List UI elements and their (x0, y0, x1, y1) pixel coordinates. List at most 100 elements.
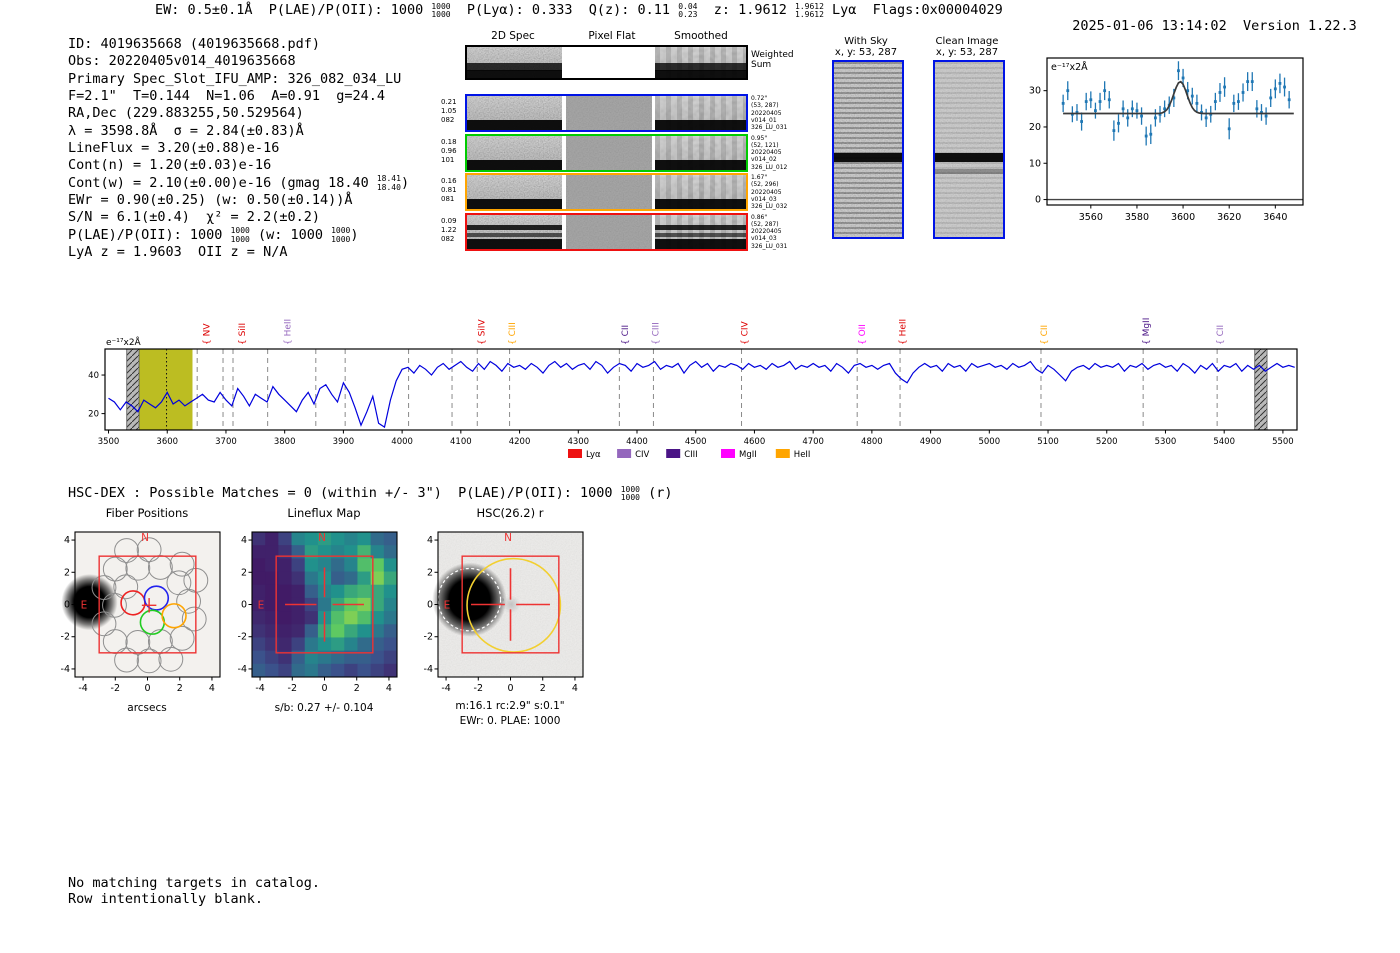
line-label-SiIV: { SiIV (477, 319, 487, 345)
line-label-MgII: { MgII (1142, 318, 1152, 345)
report-datetime: 2025-01-06 13:14:02 (1072, 18, 1227, 34)
withsky-image (832, 60, 904, 239)
line-fit-chart: 3560 3580 3600 3620 3640 0 10 20 30 e⁻¹⁷x2Å (1020, 48, 1332, 236)
svg-text:-4: -4 (78, 683, 87, 694)
svg-text:0: 0 (241, 600, 247, 611)
cutout-image-flat (566, 96, 652, 130)
legend-label: CIII (684, 450, 697, 460)
svg-text:0: 0 (144, 683, 150, 694)
svg-text:2: 2 (241, 567, 247, 578)
svg-text:4700: 4700 (802, 437, 824, 447)
legend-swatch (666, 449, 681, 458)
cutout-row (465, 212, 748, 251)
svg-text:4: 4 (64, 535, 70, 546)
svg-text:3900: 3900 (333, 437, 355, 447)
fiber-xlabel: arcsecs (127, 702, 167, 714)
cutout-image-smooth (655, 135, 746, 170)
line-label-HeII: { HeII (898, 319, 908, 345)
cutout-image-spec (467, 135, 562, 170)
cutout-image-spec (467, 175, 562, 209)
cutout-image-spec (467, 47, 562, 78)
legend-label: CIV (635, 450, 649, 460)
svg-text:10: 10 (1029, 158, 1041, 169)
masked-band (1254, 348, 1268, 431)
svg-text:4400: 4400 (626, 437, 648, 447)
compass-east: E (81, 600, 88, 612)
line-label-CII: { CII (1040, 325, 1050, 345)
svg-text:4500: 4500 (685, 437, 707, 447)
cutout-row (465, 133, 748, 172)
svg-text:4300: 4300 (567, 437, 589, 447)
legend-label: MgII (739, 450, 757, 460)
svg-text:4: 4 (209, 683, 215, 694)
col-header-smoothed: Smoothed (674, 30, 728, 42)
hsc-caption1: m:16.1 rc:2.9" s:0.1" (455, 700, 565, 712)
svg-text:0: 0 (321, 683, 327, 694)
withsky-header: With Sky x, y: 53, 287 (834, 36, 898, 58)
svg-text:-4: -4 (441, 683, 450, 694)
compass-east: E (258, 600, 265, 612)
svg-text:-4: -4 (424, 664, 433, 675)
cutout-image-smooth (655, 175, 746, 209)
legend-label: HeII (794, 450, 811, 460)
svg-text:-2: -2 (111, 683, 120, 694)
compass-north: N (318, 532, 326, 544)
flux-units-label: e⁻¹⁷x2Å (1051, 61, 1088, 73)
compass-east: E (444, 600, 451, 612)
heatmap-cells (252, 532, 398, 678)
cutout-image-smooth (655, 47, 746, 78)
line-label-CII: { CII (621, 325, 631, 345)
line-label-CIII: { CIII (508, 322, 518, 345)
cutout-row-right-labels: 0.86" (52, 287) 20220405 v014_03 326_LU_031 (751, 213, 788, 250)
cutout-image-smooth (655, 96, 746, 130)
cutout-row (465, 173, 748, 211)
header-datetime-version: 2025-01-06 13:14:02 Version 1.22.3 (1056, 2, 1357, 34)
clean-header: Clean Image x, y: 53, 287 (935, 36, 999, 58)
svg-text:0: 0 (64, 600, 70, 611)
svg-text:3560: 3560 (1079, 212, 1103, 223)
hsc-cutout-panel: HSC(26.2) r N E -4 -2 0 2 4 4 2 0 -2 -4 m:16.1 rc:2… (424, 506, 596, 741)
svg-text:-2: -2 (424, 632, 433, 643)
svg-text:5200: 5200 (1096, 437, 1118, 447)
svg-text:0: 0 (427, 600, 433, 611)
col-header-2dspec: 2D Spec (491, 30, 535, 42)
line-label-CIII: { CIII (652, 322, 662, 345)
cutout-row-right-labels: 0.95" (52, 121) 20220405 v014_02 326_LU_012 (751, 134, 788, 171)
svg-text:-2: -2 (238, 632, 247, 643)
svg-text:2: 2 (540, 683, 546, 694)
svg-text:-2: -2 (61, 632, 70, 643)
cutout-row-right-labels: 1.67" (52, 296) 20220405 v014_03 326_LU_032 (751, 174, 788, 211)
lineflux-xlabel: s/b: 0.27 +/- 0.104 (274, 702, 374, 714)
masked-band (126, 348, 140, 431)
svg-text:3600: 3600 (1171, 212, 1195, 223)
svg-text:3580: 3580 (1125, 212, 1149, 223)
line-label-CII: { CII (1216, 325, 1226, 345)
svg-text:0: 0 (1035, 195, 1041, 206)
cutout-image-flat (566, 214, 652, 249)
svg-text:-4: -4 (255, 683, 264, 694)
legend-swatch (617, 449, 632, 458)
svg-text:5000: 5000 (978, 437, 1000, 447)
compass-north: N (504, 532, 512, 544)
clean-image (933, 60, 1005, 239)
fiber-plot: N E -4 -2 0 2 4 4 2 0 -2 -4 (61, 518, 233, 704)
svg-text:3640: 3640 (1263, 212, 1287, 223)
cutout-image-flat (566, 135, 652, 170)
cutout-image-flat (566, 175, 652, 209)
lineflux-map-panel: Lineflux Map N E -4 -2 0 2 4 4 2 0 -2 -4 s/b: 0.27 … (238, 506, 410, 741)
svg-text:5500: 5500 (1272, 437, 1294, 447)
svg-text:4: 4 (572, 683, 578, 694)
svg-text:0: 0 (507, 683, 513, 694)
svg-text:4900: 4900 (920, 437, 942, 447)
cutout-image-smooth (655, 214, 746, 249)
cutout-image-spec (467, 96, 562, 130)
svg-text:4800: 4800 (861, 437, 883, 447)
svg-text:2: 2 (354, 683, 360, 694)
line-label-HeII: { HeII (284, 319, 294, 345)
svg-text:4200: 4200 (509, 437, 531, 447)
svg-text:40: 40 (88, 371, 99, 381)
svg-text:3700: 3700 (215, 437, 237, 447)
svg-text:-2: -2 (288, 683, 297, 694)
lineflux-plot: N E -4 -2 0 2 4 4 2 0 -2 -4 (238, 518, 410, 704)
hsc-plot: N E -4 -2 0 2 4 4 2 0 -2 -4 (424, 518, 596, 704)
